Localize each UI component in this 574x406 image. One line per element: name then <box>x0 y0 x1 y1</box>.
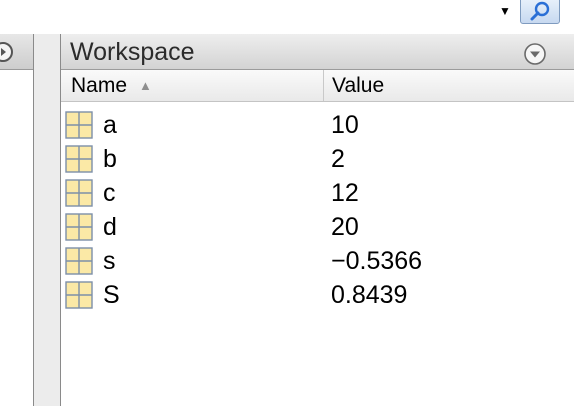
top-toolbar: ▼ <box>0 0 574 34</box>
circle-menu-icon[interactable] <box>0 41 14 63</box>
variable-value: 10 <box>331 111 359 139</box>
search-button[interactable] <box>520 0 560 24</box>
variable-row[interactable]: b 2 <box>61 143 574 177</box>
column-header-value[interactable]: Value <box>324 70 574 101</box>
magnifier-icon <box>530 1 550 21</box>
variable-list: a 10 b 2 c 12 d 20 s −0.5366 S 0.8439 <box>61 109 574 313</box>
column-header-name[interactable]: Name ▲ <box>61 70 324 101</box>
matrix-icon <box>65 179 93 207</box>
variable-value: 0.8439 <box>331 281 408 309</box>
column-name-label: Name <box>71 74 128 97</box>
matlab-window: ▼ Workspace Name ▲ Value a 10 b 2 c 12 d… <box>0 0 574 406</box>
variable-name: S <box>103 281 120 309</box>
matrix-icon <box>65 247 93 275</box>
matrix-icon <box>65 213 93 241</box>
matrix-icon <box>65 111 93 139</box>
column-value-label: Value <box>332 74 385 97</box>
variable-row[interactable]: S 0.8439 <box>61 279 574 313</box>
circle-chevron-down-icon[interactable] <box>523 42 547 66</box>
sort-ascending-icon: ▲ <box>139 78 152 93</box>
workspace-panel: Workspace Name ▲ Value a 10 b 2 c 12 d 2… <box>60 34 574 406</box>
panel-divider <box>34 34 60 406</box>
workspace-header: Workspace <box>61 34 574 70</box>
triangle-down-icon[interactable]: ▼ <box>497 5 513 17</box>
variable-name: a <box>103 111 117 139</box>
variable-row[interactable]: a 10 <box>61 109 574 143</box>
variable-row[interactable]: d 20 <box>61 211 574 245</box>
variable-value: 20 <box>331 213 359 241</box>
matrix-icon <box>65 281 93 309</box>
variable-name: b <box>103 145 117 173</box>
matrix-icon <box>65 145 93 173</box>
variable-row[interactable]: s −0.5366 <box>61 245 574 279</box>
variable-row[interactable]: c 12 <box>61 177 574 211</box>
variable-value: −0.5366 <box>331 247 423 275</box>
column-header-row: Name ▲ Value <box>61 70 574 102</box>
variable-value: 2 <box>331 145 345 173</box>
variable-name: c <box>103 179 116 207</box>
workspace-title: Workspace <box>70 38 195 66</box>
variable-name: d <box>103 213 117 241</box>
variable-name: s <box>103 247 116 275</box>
left-panel-header <box>0 34 33 70</box>
left-panel <box>0 34 34 406</box>
variable-value: 12 <box>331 179 359 207</box>
